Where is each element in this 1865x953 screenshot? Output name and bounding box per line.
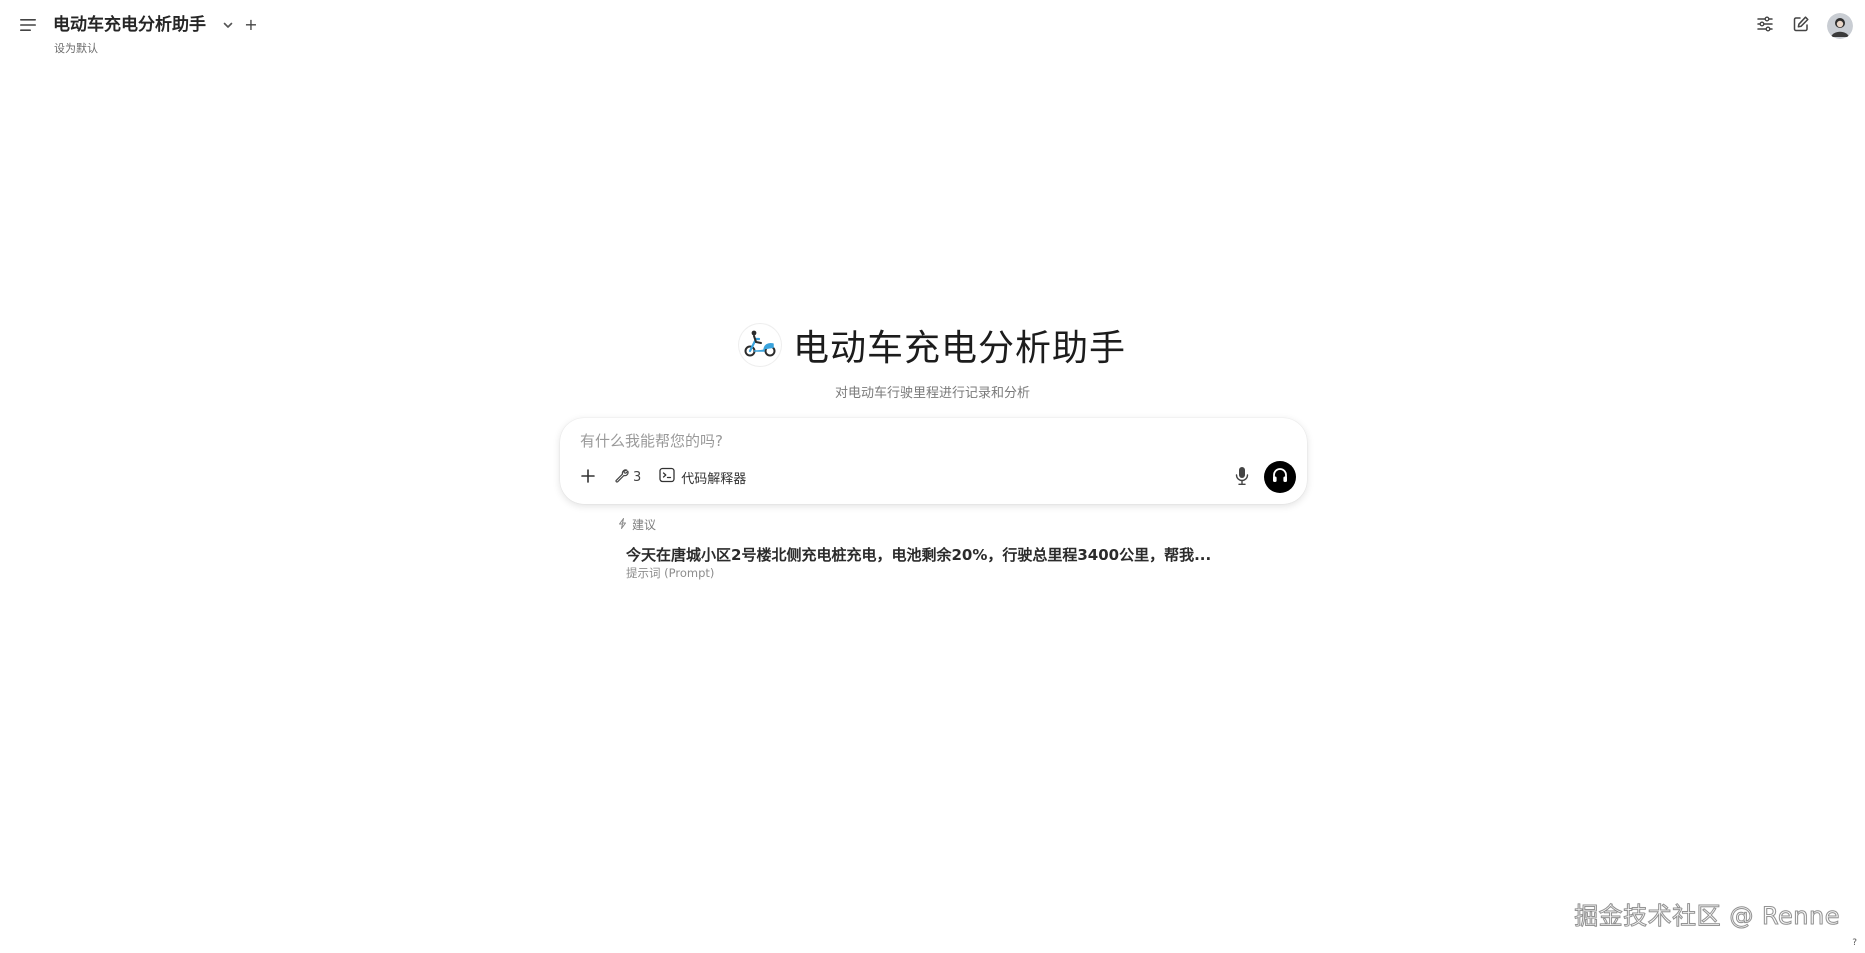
tools-button[interactable]: 3: [614, 468, 641, 487]
suggestions-header: 建议: [617, 516, 656, 533]
top-bar: 电动车充电分析助手 + 设为默认: [0, 0, 1865, 60]
sliders-icon: [1756, 15, 1774, 37]
top-right-actions: [1751, 12, 1865, 40]
user-avatar[interactable]: [1827, 13, 1853, 39]
sparkle-icon: [617, 517, 632, 532]
plus-icon: [581, 468, 595, 487]
controls-button[interactable]: [1751, 12, 1779, 40]
help-button[interactable]: ?: [1852, 938, 1857, 948]
terminal-icon: [659, 467, 681, 487]
suggestion-type: 提示词 (Prompt): [626, 566, 715, 580]
suggestion-item[interactable]: 今天在唐城小区2号楼北侧充电桩充电，电池剩余20%，行驶总里程3400公里，帮我…: [626, 543, 1246, 581]
model-selector-title[interactable]: 电动车充电分析助手: [53, 13, 206, 37]
edit-icon: [1792, 15, 1810, 37]
watermark: 掘金技术社区 @ Renne: [1574, 902, 1840, 931]
chat-input[interactable]: [578, 430, 1278, 452]
microphone-icon: [1235, 466, 1249, 490]
more-options-button[interactable]: [576, 465, 600, 489]
add-model-button[interactable]: +: [243, 14, 259, 36]
new-chat-button[interactable]: [1787, 12, 1815, 40]
suggestion-text: 今天在唐城小区2号楼北侧充电桩充电，电池剩余20%，行驶总里程3400公里，帮我…: [626, 546, 1212, 564]
scooter-icon: [742, 328, 778, 362]
input-toolbar: 3 代码解释器: [576, 462, 746, 492]
code-interpreter-label: 代码解释器: [681, 471, 747, 487]
headphones-icon: [1271, 466, 1289, 488]
hero-title-row: 电动车充电分析助手: [738, 320, 1126, 370]
assistant-logo: [738, 324, 781, 366]
voice-input-button[interactable]: [1230, 466, 1254, 490]
assistant-hero: 电动车充电分析助手 对电动车行驶里程进行记录和分析: [0, 320, 1865, 401]
voice-mode-button[interactable]: [1264, 461, 1296, 493]
model-dropdown-button[interactable]: [220, 17, 236, 33]
suggestions-label: 建议: [632, 518, 657, 532]
assistant-title: 电动车充电分析助手: [792, 328, 1126, 369]
menu-icon: [19, 17, 37, 36]
chevron-down-icon: [222, 16, 234, 35]
assistant-description: 对电动车行驶里程进行记录和分析: [834, 386, 1030, 401]
set-default-link[interactable]: 设为默认: [54, 40, 98, 56]
tools-count: 3: [633, 469, 642, 485]
wrench-icon: [614, 468, 633, 487]
code-interpreter-toggle[interactable]: 代码解释器: [659, 467, 746, 487]
chat-input-box: 3 代码解释器: [560, 418, 1307, 504]
menu-button[interactable]: [16, 14, 40, 38]
